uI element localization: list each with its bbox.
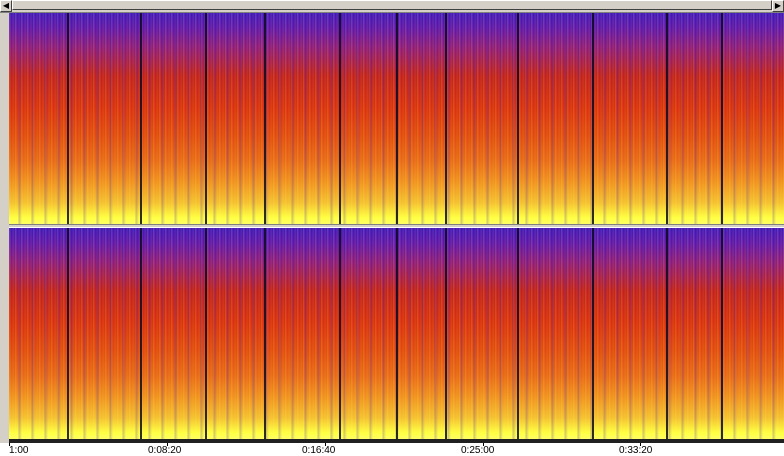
segment-boundary-line <box>396 13 398 224</box>
scrollbar-thumb[interactable] <box>12 0 772 10</box>
time-tick <box>640 443 641 446</box>
time-label: 0:33:20 <box>619 445 653 456</box>
segment-boundary-line <box>205 13 207 224</box>
segment-boundary-line <box>721 228 723 439</box>
segment-boundary-line <box>592 228 594 439</box>
scroll-left-arrow-icon[interactable]: ◀ <box>0 0 12 12</box>
scroll-right-arrow-icon[interactable]: ▶ <box>772 0 784 12</box>
segment-boundary-line <box>721 13 723 224</box>
segment-boundary-line <box>517 13 519 224</box>
segment-boundary-line <box>140 228 142 439</box>
time-ruler[interactable]: 1:00 0:08:20 0:16:40 0:25:00 0:33:20 <box>0 443 784 456</box>
segment-boundary-line <box>264 13 266 224</box>
segment-boundary-line <box>205 228 207 439</box>
segment-boundary-line <box>592 13 594 224</box>
segment-boundary-line <box>445 228 447 439</box>
time-label: 1:00 <box>9 445 29 456</box>
segment-boundary-line <box>517 228 519 439</box>
segment-boundary-line <box>67 13 69 224</box>
time-tick <box>483 443 484 446</box>
segment-boundary-line <box>396 228 398 439</box>
segment-boundary-line <box>666 13 668 224</box>
time-label: 0:16:40 <box>302 445 336 456</box>
segment-boundary-line <box>666 228 668 439</box>
segment-boundary-line <box>264 228 266 439</box>
segment-boundary-line <box>140 13 142 224</box>
time-label: 0:08:20 <box>148 445 182 456</box>
time-tick <box>325 443 326 446</box>
segment-boundary-line <box>339 13 341 224</box>
segment-boundary-line <box>445 13 447 224</box>
time-tick <box>9 443 10 446</box>
segment-boundary-line <box>339 228 341 439</box>
horizontal-scrollbar[interactable]: ◀ ▶ <box>0 0 784 13</box>
segment-boundary-line <box>67 228 69 439</box>
time-label: 0:25:00 <box>461 445 495 456</box>
time-tick <box>167 443 168 446</box>
spectrogram-view[interactable] <box>9 13 784 443</box>
